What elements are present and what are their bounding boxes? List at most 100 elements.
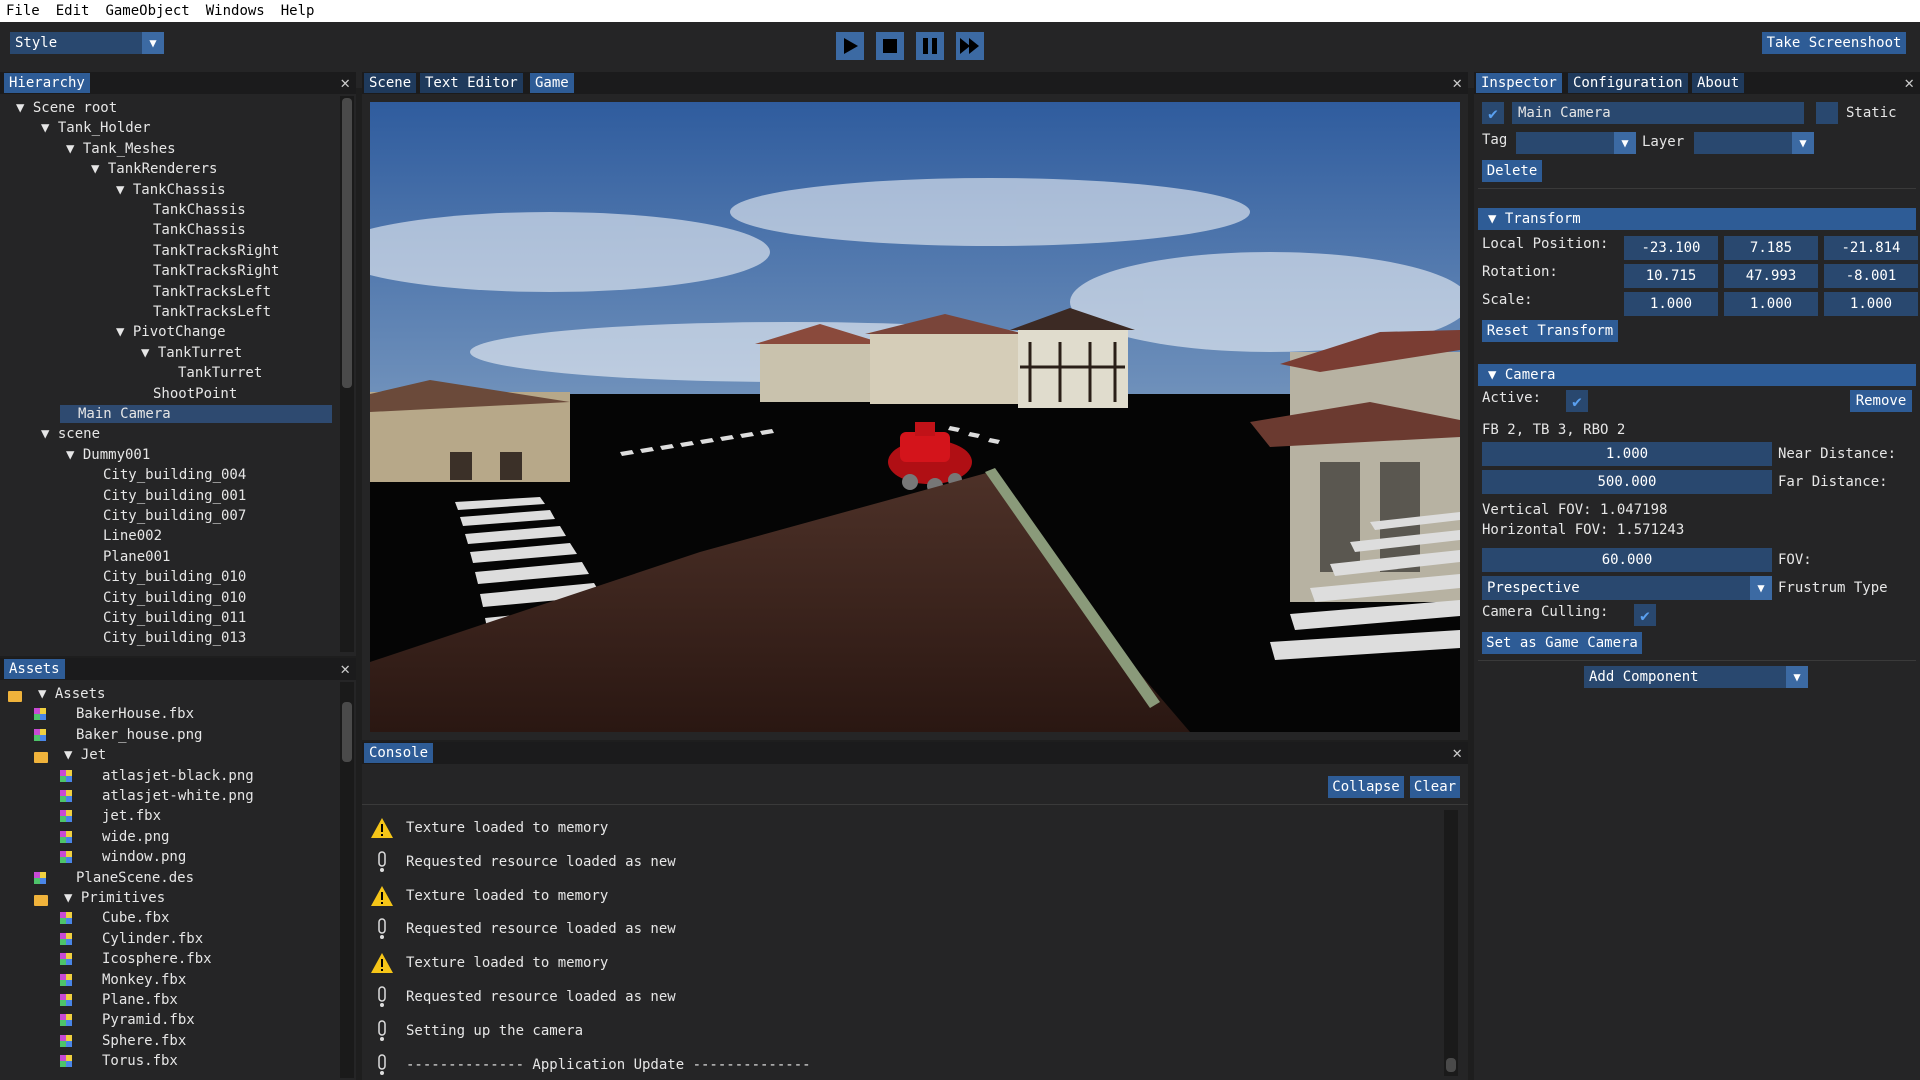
close-icon[interactable]: ✕ <box>340 73 350 93</box>
position-z-field[interactable]: -21.814 <box>1824 236 1918 260</box>
tab-game[interactable]: Game <box>530 73 574 93</box>
asset-file[interactable]: atlasjet-white.png <box>102 786 254 806</box>
tab-scene[interactable]: Scene <box>364 73 417 93</box>
scale-z-field[interactable]: 1.000 <box>1824 292 1918 316</box>
clear-button[interactable]: Clear <box>1410 776 1460 798</box>
hierarchy-item[interactable]: ▼ Dummy001 <box>66 445 150 465</box>
hierarchy-item[interactable]: TankTracksLeft <box>153 302 271 322</box>
hierarchy-item[interactable]: TankChassis <box>153 200 246 220</box>
asset-file[interactable]: window.png <box>102 847 186 867</box>
close-icon[interactable]: ✕ <box>1904 73 1914 93</box>
rotation-y-field[interactable]: 47.993 <box>1724 264 1818 288</box>
hierarchy-item[interactable]: TankChassis <box>153 220 246 240</box>
close-icon[interactable]: ✕ <box>340 659 350 679</box>
hierarchy-item[interactable]: ▼ TankTurret <box>141 343 242 363</box>
asset-file[interactable]: Cylinder.fbx <box>102 929 203 949</box>
static-checkbox[interactable] <box>1816 102 1838 124</box>
hierarchy-item[interactable]: TankTracksRight <box>153 261 279 281</box>
menu-help[interactable]: Help <box>281 3 315 19</box>
tag-dropdown[interactable]: ▼ <box>1516 132 1636 154</box>
asset-folder[interactable]: ▼ Primitives <box>64 888 165 908</box>
asset-file[interactable]: Plane.fbx <box>102 990 178 1010</box>
tab-text-editor[interactable]: Text Editor <box>420 73 523 93</box>
hierarchy-item[interactable]: ShootPoint <box>153 384 237 404</box>
set-game-camera-button[interactable]: Set as Game Camera <box>1482 632 1642 654</box>
close-icon[interactable]: ✕ <box>1452 743 1462 763</box>
hierarchy-item[interactable]: Line002 <box>103 526 162 546</box>
hierarchy-item[interactable]: Plane001 <box>103 547 170 567</box>
asset-file[interactable]: PlaneScene.des <box>76 868 194 888</box>
asset-file[interactable]: Baker_house.png <box>76 725 202 745</box>
console-entry[interactable]: Requested resource loaded as new <box>370 985 676 1009</box>
console-entry[interactable]: -------------- Application Update ------… <box>370 1053 811 1077</box>
console-entry[interactable]: Requested resource loaded as new <box>370 917 676 941</box>
position-x-field[interactable]: -23.100 <box>1624 236 1718 260</box>
asset-file[interactable]: BakerHouse.fbx <box>76 704 194 724</box>
hierarchy-item[interactable]: City_building_004 <box>103 465 246 485</box>
hierarchy-scrollbar[interactable] <box>340 96 354 652</box>
scale-x-field[interactable]: 1.000 <box>1624 292 1718 316</box>
asset-file[interactable]: Torus.fbx <box>102 1051 178 1071</box>
hierarchy-item[interactable]: ▼ Scene root <box>16 98 117 118</box>
active-checkbox[interactable]: ✔ <box>1482 102 1504 124</box>
object-name-input[interactable]: Main Camera <box>1512 102 1804 124</box>
frustum-type-dropdown[interactable]: Prespective ▼ <box>1482 576 1772 600</box>
reset-transform-button[interactable]: Reset Transform <box>1482 320 1618 342</box>
hierarchy-item[interactable]: TankTurret <box>178 363 262 383</box>
menu-edit[interactable]: Edit <box>56 3 90 19</box>
asset-file[interactable]: wide.png <box>102 827 169 847</box>
near-distance-field[interactable]: 1.000 <box>1482 442 1772 466</box>
hierarchy-item[interactable]: City_building_010 <box>103 567 246 587</box>
tab-configuration[interactable]: Configuration <box>1568 73 1688 93</box>
pause-button[interactable] <box>916 32 944 60</box>
asset-file[interactable]: Pyramid.fbx <box>102 1010 195 1030</box>
layer-dropdown[interactable]: ▼ <box>1694 132 1814 154</box>
rotation-z-field[interactable]: -8.001 <box>1824 264 1918 288</box>
menu-windows[interactable]: Windows <box>206 3 265 19</box>
hierarchy-item[interactable]: ▼ TankChassis <box>116 180 226 200</box>
console-entry[interactable]: Texture loaded to memory <box>370 816 608 840</box>
hierarchy-item[interactable]: City_building_010 <box>103 588 246 608</box>
asset-file[interactable]: atlasjet-black.png <box>102 766 254 786</box>
hierarchy-item[interactable]: TankTracksLeft <box>153 282 271 302</box>
scale-y-field[interactable]: 1.000 <box>1724 292 1818 316</box>
far-distance-field[interactable]: 500.000 <box>1482 470 1772 494</box>
hierarchy-item[interactable]: City_building_007 <box>103 506 246 526</box>
add-component-dropdown[interactable]: Add Component ▼ <box>1584 666 1808 688</box>
hierarchy-item[interactable]: ▼ Tank_Meshes <box>66 139 176 159</box>
hierarchy-item[interactable]: ▼ scene <box>41 424 100 444</box>
console-scroll-thumb[interactable] <box>1446 1058 1456 1072</box>
console-entry[interactable]: Texture loaded to memory <box>370 951 608 975</box>
assets-scrollbar[interactable] <box>340 682 354 1078</box>
rotation-x-field[interactable]: 10.715 <box>1624 264 1718 288</box>
camera-culling-checkbox[interactable]: ✔ <box>1634 604 1656 626</box>
hierarchy-item[interactable]: City_building_013 <box>103 628 246 648</box>
menu-gameobject[interactable]: GameObject <box>105 3 189 19</box>
asset-folder[interactable]: ▼ Assets <box>38 684 105 704</box>
tab-about[interactable]: About <box>1692 73 1745 93</box>
camera-active-checkbox[interactable]: ✔ <box>1566 390 1588 412</box>
asset-file[interactable]: Cube.fbx <box>102 908 169 928</box>
tab-console[interactable]: Console <box>364 743 434 763</box>
console-entry[interactable]: Requested resource loaded as new <box>370 850 676 874</box>
hierarchy-item[interactable]: ▼ PivotChange <box>116 322 226 342</box>
asset-file[interactable]: Monkey.fbx <box>102 970 186 990</box>
close-icon[interactable]: ✕ <box>1452 73 1462 93</box>
take-screenshot-button[interactable]: Take Screenshoot <box>1762 32 1906 54</box>
transform-header[interactable]: ▼ Transform <box>1478 208 1916 230</box>
fov-field[interactable]: 60.000 <box>1482 548 1772 572</box>
style-dropdown[interactable]: Style ▼ <box>10 32 164 54</box>
stop-button[interactable] <box>876 32 904 60</box>
hierarchy-item[interactable]: ▼ TankRenderers <box>91 159 217 179</box>
asset-file[interactable]: jet.fbx <box>102 806 161 826</box>
tab-inspector[interactable]: Inspector <box>1476 73 1562 93</box>
asset-file[interactable]: Icosphere.fbx <box>102 949 212 969</box>
asset-folder[interactable]: ▼ Jet <box>64 745 106 765</box>
asset-file[interactable]: Sphere.fbx <box>102 1031 186 1051</box>
tab-hierarchy[interactable]: Hierarchy <box>4 73 90 93</box>
remove-camera-button[interactable]: Remove <box>1850 390 1912 412</box>
play-button[interactable] <box>836 32 864 60</box>
hierarchy-item[interactable]: TankTracksRight <box>153 241 279 261</box>
hierarchy-scroll-thumb[interactable] <box>342 98 352 388</box>
console-entry[interactable]: Setting up the camera <box>370 1019 583 1043</box>
